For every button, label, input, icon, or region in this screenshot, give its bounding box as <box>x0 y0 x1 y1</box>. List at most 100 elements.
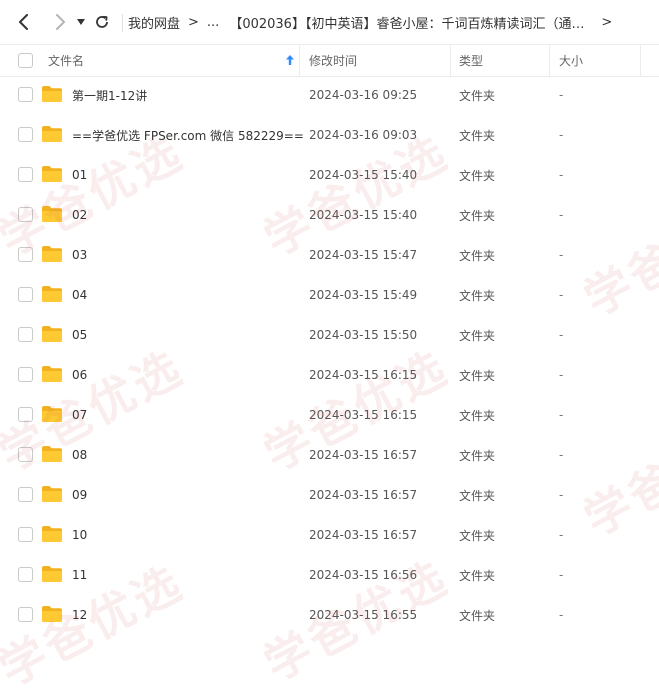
file-name: 第一期1-12讲 <box>72 88 148 103</box>
file-size: - <box>559 368 564 382</box>
row-checkbox[interactable] <box>18 607 33 622</box>
file-modified: 2024-03-16 09:25 <box>309 88 418 102</box>
file-modified: 2024-03-15 15:40 <box>309 168 418 182</box>
file-row[interactable]: 09 2024-03-15 16:57 文件夹 - <box>0 475 659 515</box>
row-checkbox[interactable] <box>18 447 33 462</box>
folder-icon <box>42 406 62 422</box>
file-type: 文件夹 <box>459 128 496 143</box>
file-type: 文件夹 <box>459 528 496 543</box>
breadcrumb-ellipsis[interactable]: ... <box>207 15 219 30</box>
sort-button[interactable] <box>284 53 296 67</box>
row-checkbox[interactable] <box>18 167 33 182</box>
file-size: - <box>559 408 564 422</box>
chevron-right-icon <box>56 14 65 30</box>
folder-icon <box>42 366 62 382</box>
toolbar-divider <box>122 14 123 32</box>
refresh-icon <box>96 15 108 28</box>
file-name: 12 <box>72 608 88 622</box>
file-row[interactable]: 01 2024-03-15 15:40 文件夹 - <box>0 155 659 195</box>
file-name: 08 <box>72 448 88 462</box>
folder-icon <box>42 286 62 302</box>
column-header-size-label: 大小 <box>559 54 584 68</box>
row-checkbox[interactable] <box>18 247 33 262</box>
file-size: - <box>559 608 564 622</box>
column-header-name[interactable]: 文件名 <box>48 45 298 76</box>
file-row[interactable]: 05 2024-03-15 15:50 文件夹 - <box>0 315 659 355</box>
folder-icon <box>42 126 62 142</box>
file-row[interactable]: 04 2024-03-15 15:49 文件夹 - <box>0 275 659 315</box>
folder-icon <box>42 526 62 542</box>
row-checkbox[interactable] <box>18 127 33 142</box>
file-row[interactable]: 02 2024-03-15 15:40 文件夹 - <box>0 195 659 235</box>
file-type: 文件夹 <box>459 288 496 303</box>
column-header-name-label: 文件名 <box>48 54 85 68</box>
row-checkbox[interactable] <box>18 487 33 502</box>
file-modified: 2024-03-15 15:49 <box>309 288 418 302</box>
file-size: - <box>559 248 564 262</box>
folder-icon <box>42 86 62 102</box>
file-row[interactable]: 10 2024-03-15 16:57 文件夹 - <box>0 515 659 555</box>
file-size: - <box>559 288 564 302</box>
file-size: - <box>559 488 564 502</box>
file-row[interactable]: ==学爸优选 FPSer.com 微信 582229== 2024-03-16 … <box>0 115 659 155</box>
folder-icon <box>42 246 62 262</box>
refresh-button[interactable] <box>93 13 111 31</box>
file-row[interactable]: 08 2024-03-15 16:57 文件夹 - <box>0 435 659 475</box>
back-button[interactable] <box>14 12 34 32</box>
row-checkbox[interactable] <box>18 87 33 102</box>
arrow-up-icon <box>286 55 294 65</box>
file-size: - <box>559 448 564 462</box>
file-modified: 2024-03-15 16:56 <box>309 568 418 582</box>
column-divider[interactable] <box>450 45 451 76</box>
file-row[interactable]: 12 2024-03-15 16:55 文件夹 - <box>0 595 659 635</box>
folder-icon <box>42 566 62 582</box>
column-header-size[interactable]: 大小 <box>559 45 639 76</box>
folder-icon <box>42 326 62 342</box>
file-name: 11 <box>72 568 88 582</box>
row-checkbox[interactable] <box>18 327 33 342</box>
row-checkbox[interactable] <box>18 287 33 302</box>
breadcrumb-separator: > <box>188 14 199 30</box>
row-checkbox[interactable] <box>18 527 33 542</box>
file-name: 07 <box>72 408 88 422</box>
file-size: - <box>559 328 564 342</box>
file-modified: 2024-03-15 15:50 <box>309 328 418 342</box>
file-row[interactable]: 第一期1-12讲 2024-03-16 09:25 文件夹 - <box>0 75 659 115</box>
breadcrumb-root[interactable]: 我的网盘 <box>128 13 180 32</box>
breadcrumb-more[interactable]: > <box>601 15 612 30</box>
file-name: 03 <box>72 248 88 262</box>
file-type: 文件夹 <box>459 408 496 423</box>
column-header-type[interactable]: 类型 <box>459 45 549 76</box>
row-checkbox[interactable] <box>18 207 33 222</box>
column-divider[interactable] <box>549 45 550 76</box>
file-modified: 2024-03-15 16:57 <box>309 488 418 502</box>
column-divider[interactable] <box>299 45 300 76</box>
file-name: 10 <box>72 528 88 542</box>
file-type: 文件夹 <box>459 208 496 223</box>
folder-icon <box>42 206 62 222</box>
column-header-modified[interactable]: 修改时间 <box>309 45 449 76</box>
row-checkbox[interactable] <box>18 367 33 382</box>
forward-button[interactable] <box>50 12 70 32</box>
folder-icon <box>42 446 62 462</box>
row-checkbox[interactable] <box>18 407 33 422</box>
select-all-checkbox[interactable] <box>18 53 33 68</box>
file-modified: 2024-03-15 15:40 <box>309 208 418 222</box>
file-modified: 2024-03-15 16:15 <box>309 408 418 422</box>
file-row[interactable]: 06 2024-03-15 16:15 文件夹 - <box>0 355 659 395</box>
file-size: - <box>559 128 564 142</box>
file-row[interactable]: 07 2024-03-15 16:15 文件夹 - <box>0 395 659 435</box>
file-modified: 2024-03-15 16:57 <box>309 528 418 542</box>
chevron-left-icon <box>19 14 28 30</box>
file-row[interactable]: 03 2024-03-15 15:47 文件夹 - <box>0 235 659 275</box>
file-modified: 2024-03-15 16:57 <box>309 448 418 462</box>
caret-down-icon <box>77 19 85 25</box>
column-divider[interactable] <box>640 45 641 76</box>
file-name: 05 <box>72 328 88 342</box>
row-checkbox[interactable] <box>18 567 33 582</box>
history-dropdown-button[interactable] <box>74 14 88 30</box>
file-row[interactable]: 11 2024-03-15 16:56 文件夹 - <box>0 555 659 595</box>
file-type: 文件夹 <box>459 568 496 583</box>
file-name: 06 <box>72 368 88 382</box>
file-size: - <box>559 528 564 542</box>
